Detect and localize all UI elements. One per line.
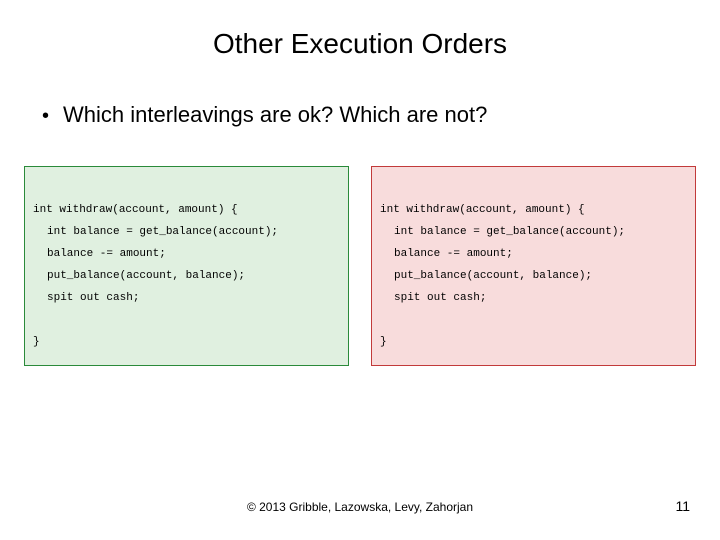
code-line: balance -= amount; (394, 248, 513, 260)
slide-title: Other Execution Orders (0, 0, 720, 60)
bullet-text: Which interleavings are ok? Which are no… (63, 102, 487, 128)
code-sig: int withdraw(account, amount) { (33, 204, 238, 216)
code-line: put_balance(account, balance); (47, 270, 245, 282)
code-columns: int withdraw(account, amount) { int bala… (24, 166, 696, 366)
bullet-item: • Which interleavings are ok? Which are … (42, 102, 720, 128)
bullet-dot-icon: • (42, 106, 49, 126)
code-box-left: int withdraw(account, amount) { int bala… (24, 166, 349, 366)
code-line: spit out cash; (394, 292, 486, 304)
code-line: spit out cash; (47, 292, 139, 304)
code-line: int balance = get_balance(account); (394, 226, 625, 238)
code-sig: int withdraw(account, amount) { (380, 204, 585, 216)
code-close: } (380, 336, 387, 348)
code-body: int balance = get_balance(account); bala… (380, 221, 687, 309)
code-close: } (33, 336, 40, 348)
footer-copyright: © 2013 Gribble, Lazowska, Levy, Zahorjan (0, 500, 720, 514)
code-line: put_balance(account, balance); (394, 270, 592, 282)
code-line: balance -= amount; (47, 248, 166, 260)
code-body: int balance = get_balance(account); bala… (33, 221, 340, 309)
code-line: int balance = get_balance(account); (47, 226, 278, 238)
code-box-right: int withdraw(account, amount) { int bala… (371, 166, 696, 366)
page-number: 11 (675, 498, 690, 514)
slide: Other Execution Orders • Which interleav… (0, 0, 720, 540)
